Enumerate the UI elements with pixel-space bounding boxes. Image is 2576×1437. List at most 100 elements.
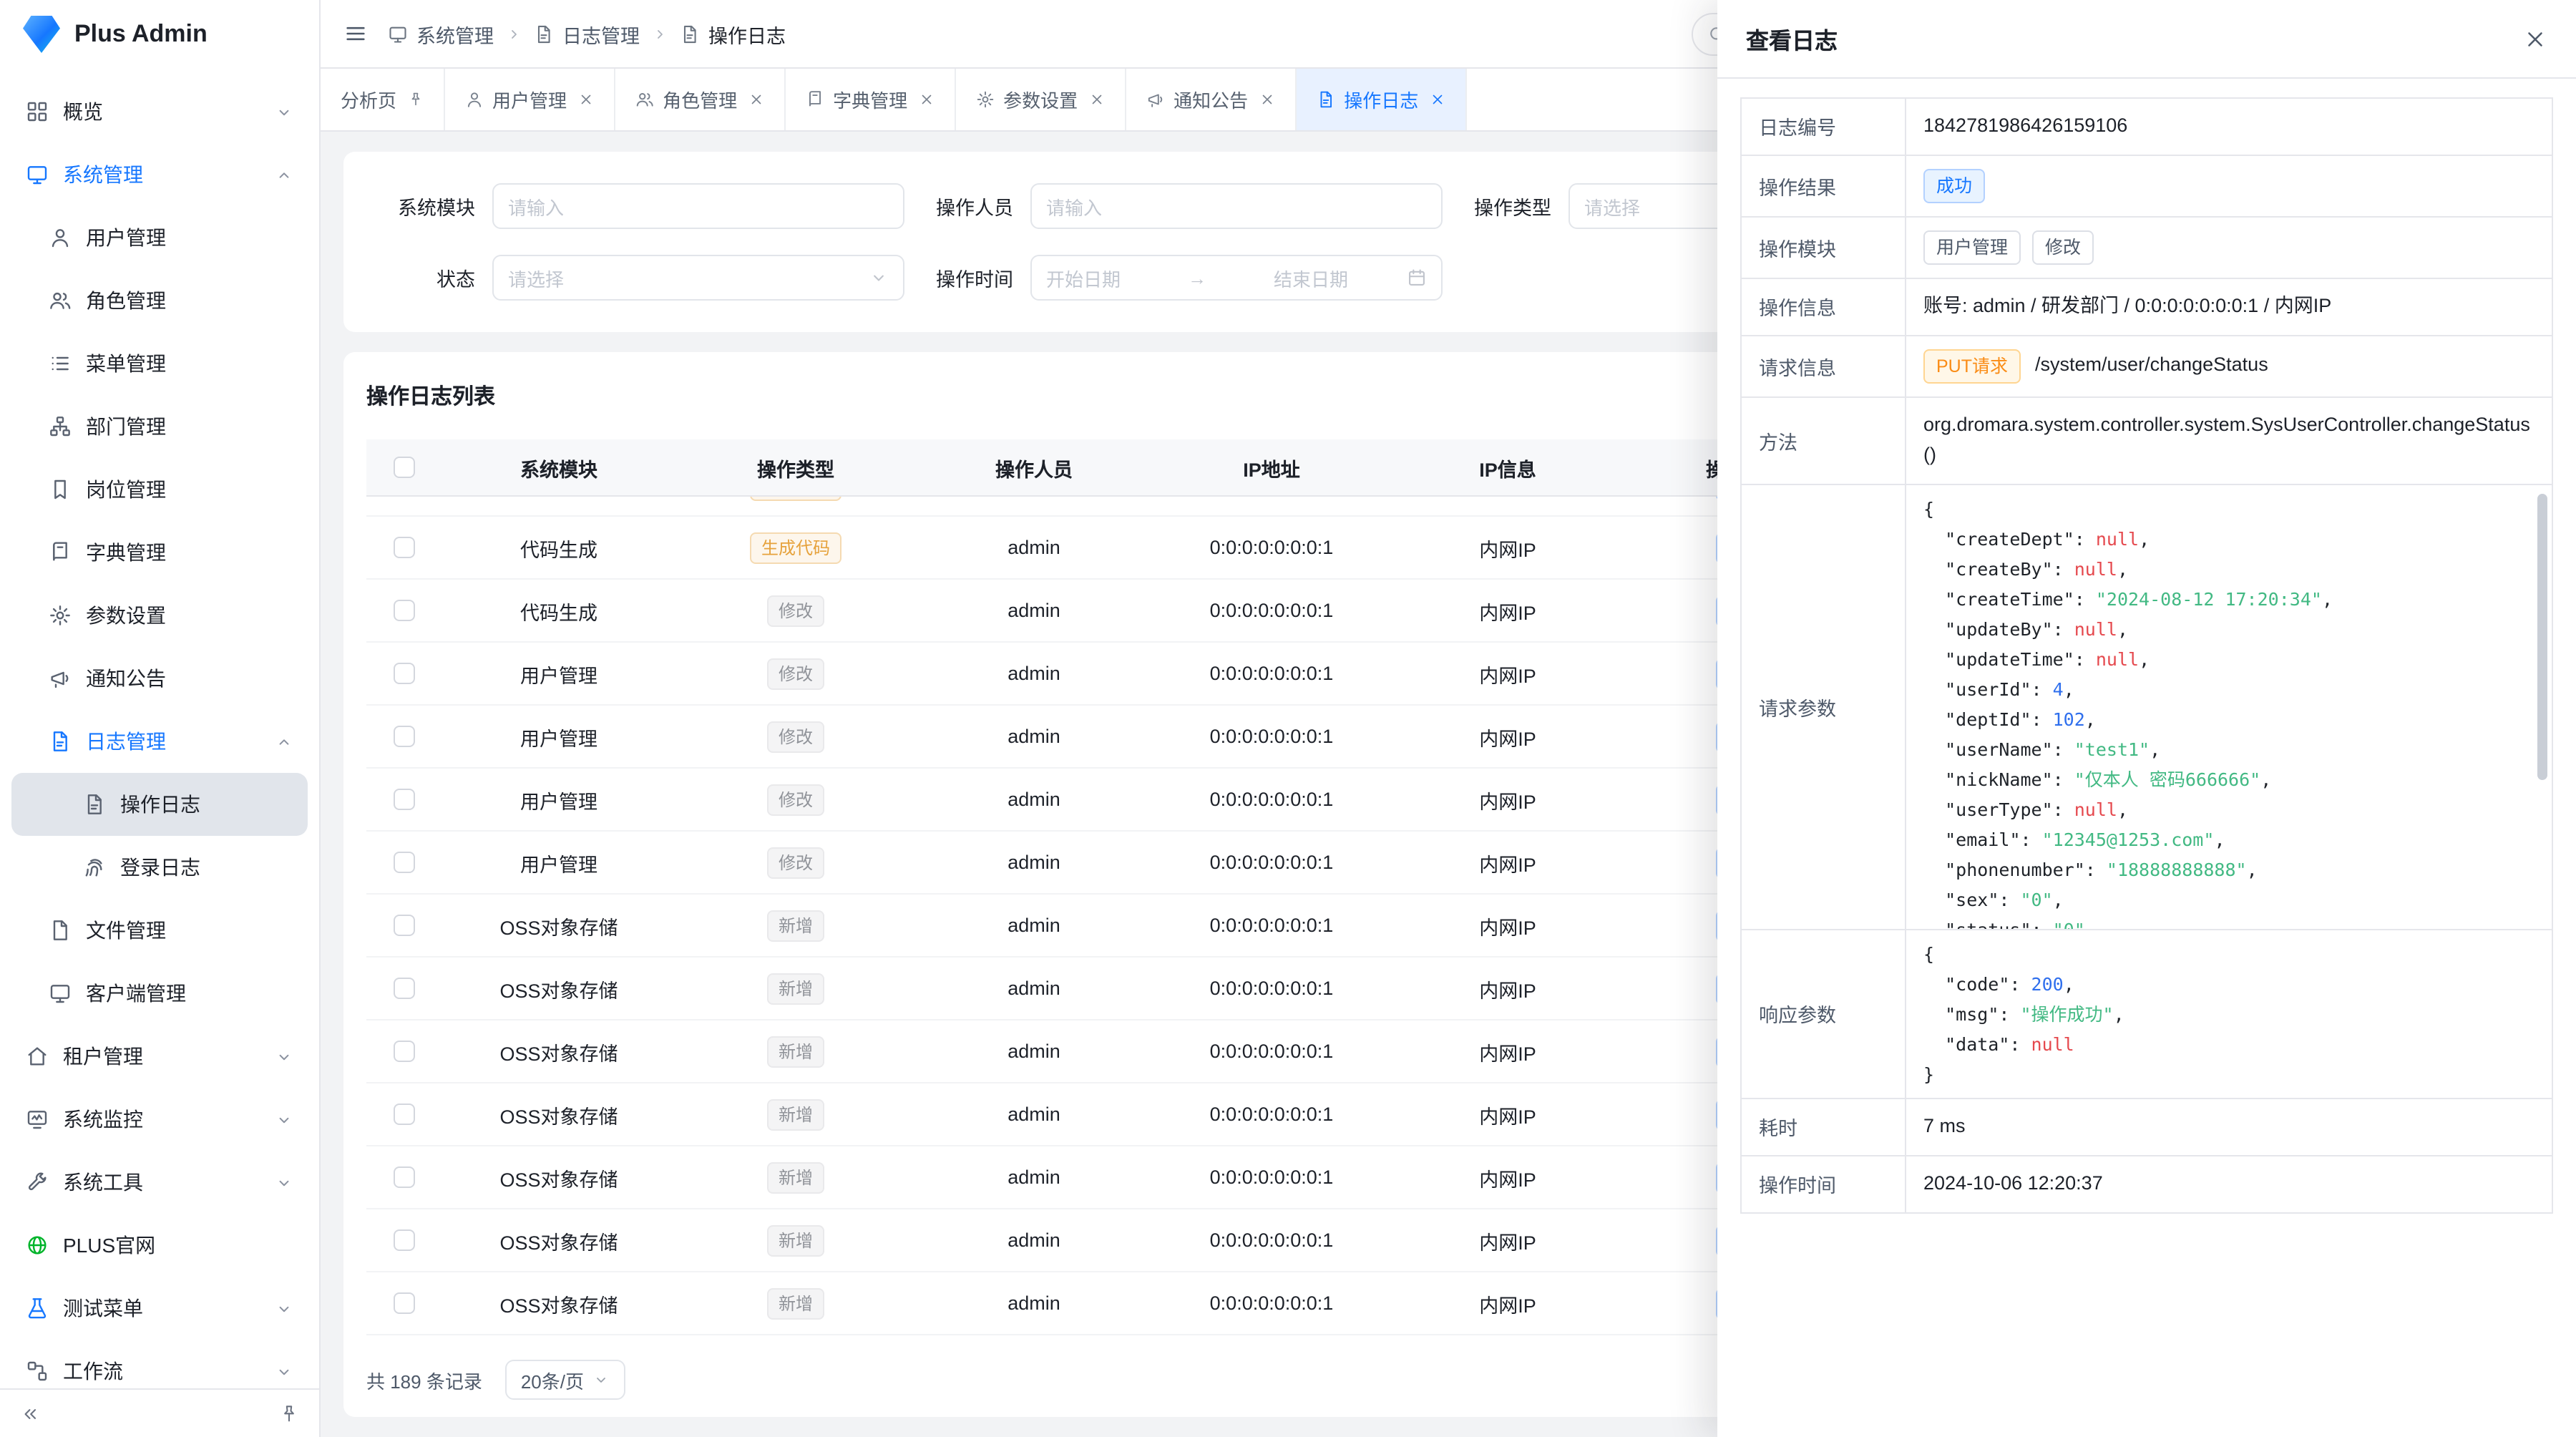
drawer-close-button[interactable]: [2523, 26, 2547, 51]
request-params-code-block[interactable]: { "createDept": null, "createBy": null, …: [1906, 484, 2552, 928]
tab-param-settings[interactable]: 参数设置: [956, 69, 1126, 130]
tab-dict-management[interactable]: 字典管理: [786, 69, 956, 130]
filter-daterange-operation-time[interactable]: 开始日期→结束日期: [1030, 255, 1443, 301]
placeholder: 请输入: [508, 193, 889, 220]
filter-input-operator[interactable]: 请输入: [1030, 183, 1443, 229]
sidebar-item-menu-management[interactable]: 菜单管理: [11, 332, 308, 395]
home-icon: [26, 1045, 49, 1068]
row-checkbox[interactable]: [393, 852, 414, 873]
detail-value-cell: 2024-10-06 12:20:37: [1906, 1156, 2552, 1212]
doc-icon: [49, 730, 72, 753]
cell-ip: 0:0:0:0:0:0:0:1: [1153, 1229, 1390, 1251]
row-checkbox[interactable]: [393, 789, 414, 810]
sidebar-item-log-management[interactable]: 日志管理: [11, 710, 308, 773]
sidebar-item-test-menu[interactable]: 测试菜单: [11, 1277, 308, 1340]
sidebar-item-system-monitor[interactable]: 系统监控: [11, 1088, 308, 1151]
sidebar-item-role-management[interactable]: 角色管理: [11, 269, 308, 332]
sidebar-item-dict-management[interactable]: 字典管理: [11, 521, 308, 584]
logo[interactable]: Plus Admin: [0, 0, 319, 69]
calendar-icon: [1407, 268, 1427, 288]
action-type-tag: 新增: [767, 1036, 824, 1067]
sidebar-item-label: 用户管理: [86, 223, 166, 252]
sidebar-item-login-log[interactable]: 登录日志: [11, 836, 308, 899]
close-tab-button[interactable]: [1430, 92, 1445, 107]
row-checkbox[interactable]: [393, 1166, 414, 1188]
breadcrumb-item-system-management[interactable]: 系统管理: [388, 19, 494, 48]
close-tab-button[interactable]: [1259, 92, 1275, 107]
close-icon: [2523, 26, 2547, 51]
filter-select-status[interactable]: 请选择: [492, 255, 904, 301]
sidebar-item-operation-log[interactable]: 操作日志: [11, 773, 308, 836]
filter-input-system-module[interactable]: 请输入: [492, 183, 904, 229]
sidebar-item-label: 租户管理: [63, 1042, 143, 1071]
log-detail-table: 日志编号1842781986426159106操作结果成功操作模块用户管理修改操…: [1740, 97, 2553, 1213]
cell-operator: admin: [914, 663, 1153, 684]
page-size-select[interactable]: 20条/页: [505, 1360, 625, 1400]
row-checkbox[interactable]: [393, 1104, 414, 1125]
breadcrumb-item-operation-log[interactable]: 操作日志: [680, 19, 786, 48]
sidebar-item-tenant-management[interactable]: 租户管理: [11, 1025, 308, 1088]
detail-label: 操作信息: [1742, 279, 1906, 335]
tab-user-management[interactable]: 用户管理: [445, 69, 615, 130]
column-header-0[interactable]: 系统模块: [441, 453, 677, 482]
tab-operation-log[interactable]: 操作日志: [1297, 69, 1467, 130]
detail-label: 操作结果: [1742, 156, 1906, 216]
sidebar-item-client-management[interactable]: 客户端管理: [11, 962, 308, 1025]
column-header-3[interactable]: IP地址: [1153, 453, 1390, 482]
detail-label: 请求信息: [1742, 336, 1906, 396]
cell-ip-info: 内网IP: [1390, 596, 1626, 625]
column-header-4[interactable]: IP信息: [1390, 453, 1626, 482]
close-tab-button[interactable]: [578, 92, 594, 107]
sidebar-item-system-management[interactable]: 系统管理: [11, 143, 308, 206]
tab-notice-announcement[interactable]: 通知公告: [1126, 69, 1297, 130]
cell-operator: admin: [914, 789, 1153, 810]
detail-value: 1842781986426159106: [1923, 112, 2127, 142]
chevright-icon: [651, 25, 668, 42]
pin-tab-button[interactable]: [408, 92, 424, 107]
row-checkbox[interactable]: [393, 1292, 414, 1314]
row-checkbox[interactable]: [393, 663, 414, 684]
row-checkbox[interactable]: [393, 915, 414, 936]
tab-role-management[interactable]: 角色管理: [615, 69, 786, 130]
breadcrumb-item-log-management[interactable]: 日志管理: [534, 19, 640, 48]
sidebar-item-dept-management[interactable]: 部门管理: [11, 395, 308, 458]
row-checkbox[interactable]: [393, 1229, 414, 1251]
sidebar-item-user-management[interactable]: 用户管理: [11, 206, 308, 269]
cell-ip-info: 内网IP: [1390, 974, 1626, 1003]
breadcrumb-label: 操作日志: [708, 19, 786, 48]
sidebar-item-notice-announcement[interactable]: 通知公告: [11, 647, 308, 710]
sidebar-pin-button[interactable]: [279, 1403, 299, 1423]
row-checkbox[interactable]: [393, 978, 414, 999]
close-tab-button[interactable]: [1089, 92, 1105, 107]
detail-row-method: 方法org.dromara.system.controller.system.S…: [1742, 398, 2552, 485]
collapse-sidebar-button[interactable]: [20, 1403, 40, 1423]
sidebar-item-label: 工作流: [63, 1357, 123, 1385]
close-tab-button[interactable]: [919, 92, 935, 107]
column-header-2[interactable]: 操作人员: [914, 453, 1153, 482]
select-all-checkbox[interactable]: [393, 457, 414, 478]
sidebar-item-param-settings[interactable]: 参数设置: [11, 584, 308, 647]
row-checkbox[interactable]: [393, 537, 414, 558]
row-checkbox[interactable]: [393, 1041, 414, 1062]
sidebar-item-post-management[interactable]: 岗位管理: [11, 458, 308, 521]
detail-value: org.dromara.system.controller.system.Sys…: [1923, 411, 2534, 471]
tab-label: 通知公告: [1174, 86, 1248, 113]
tab-analysis-page[interactable]: 分析页: [321, 69, 445, 130]
breadcrumb-label: 系统管理: [416, 19, 494, 48]
hamburger-icon: [343, 21, 368, 46]
hamburger-menu-button[interactable]: [343, 21, 368, 46]
sidebar-item-file-management[interactable]: 文件管理: [11, 899, 308, 962]
sidebar-item-system-tools[interactable]: 系统工具: [11, 1151, 308, 1214]
sidebar-item-workflow[interactable]: 工作流: [11, 1340, 308, 1388]
code-scrollbar[interactable]: [2537, 493, 2547, 779]
request-method-tag: PUT请求: [1923, 349, 2021, 384]
cell-ip-info: 内网IP: [1390, 1163, 1626, 1192]
sidebar-item-overview[interactable]: 概览: [11, 80, 308, 143]
sidebar-item-plus-website[interactable]: PLUS官网: [11, 1214, 308, 1277]
column-header-1[interactable]: 操作类型: [677, 453, 914, 482]
row-checkbox[interactable]: [393, 600, 414, 621]
row-checkbox[interactable]: [393, 726, 414, 747]
close-tab-button[interactable]: [748, 92, 764, 107]
close-icon: [919, 92, 935, 107]
detail-value-cell: PUT请求/system/user/changeStatus: [1906, 336, 2552, 396]
